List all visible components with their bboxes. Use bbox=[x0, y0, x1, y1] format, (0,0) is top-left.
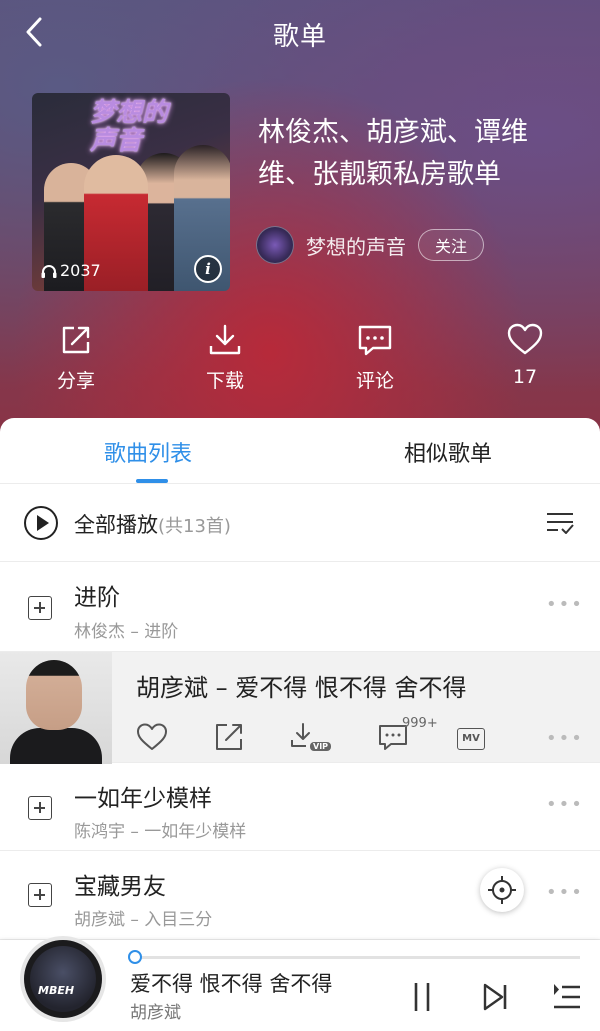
play-count-value: 2037 bbox=[60, 261, 101, 280]
next-track-icon[interactable] bbox=[480, 980, 510, 1014]
more-icon[interactable]: ••• bbox=[546, 882, 584, 903]
add-to-playlist-icon[interactable] bbox=[28, 796, 52, 820]
playlist-header: 歌单 梦想的声音 2037 i 林俊杰、胡彦斌、谭维维、张靓颖私房歌单 梦想的声… bbox=[0, 0, 600, 440]
comment-icon bbox=[358, 325, 392, 356]
comment-count-badge: 999+ bbox=[402, 716, 438, 731]
song-title: 一如年少模样 bbox=[74, 786, 212, 812]
heart-icon bbox=[507, 323, 543, 355]
share-label: 分享 bbox=[56, 370, 95, 392]
headphones-icon bbox=[41, 264, 57, 278]
song-row[interactable]: 一如年少模样 陈鸿宇 – 一如年少模样 ••• bbox=[0, 763, 600, 851]
download-icon bbox=[209, 324, 241, 355]
song-title: 进阶 bbox=[74, 585, 120, 611]
more-icon[interactable]: ••• bbox=[546, 594, 584, 615]
locate-current-song-button[interactable] bbox=[480, 868, 524, 912]
multi-select-icon[interactable] bbox=[544, 506, 576, 538]
progress-bar[interactable] bbox=[134, 956, 580, 959]
playlist-queue-icon[interactable] bbox=[552, 980, 582, 1014]
comment-button[interactable]: 评论 bbox=[325, 322, 425, 393]
song-thumbnail[interactable] bbox=[0, 652, 112, 764]
play-all-icon[interactable] bbox=[24, 506, 58, 540]
download-button[interactable]: 下载 bbox=[175, 322, 275, 393]
vip-tag: VIP bbox=[310, 742, 332, 751]
song-row-expanded[interactable]: 胡彦斌 – 爱不得 恨不得 舍不得 VIP 999+ MV ••• bbox=[0, 652, 600, 764]
comment-label: 评论 bbox=[355, 370, 394, 392]
share-icon[interactable] bbox=[214, 722, 244, 752]
playlist-title: 林俊杰、胡彦斌、谭维维、张靓颖私房歌单 bbox=[258, 117, 528, 190]
mini-player[interactable]: MBEH 爱不得 恨不得 舍不得 胡彦斌 bbox=[0, 936, 600, 1031]
play-count: 2037 bbox=[40, 261, 101, 280]
artwork-image bbox=[30, 946, 96, 1012]
song-subtitle: 陈鸿宇 – 一如年少模样 bbox=[74, 822, 247, 842]
crosshair-icon bbox=[488, 876, 516, 904]
add-to-playlist-icon[interactable] bbox=[28, 596, 52, 620]
tab-song-list[interactable]: 歌曲列表 bbox=[104, 436, 192, 468]
play-all-label[interactable]: 全部播放(共13首) bbox=[74, 509, 231, 539]
song-title: 宝藏男友 bbox=[74, 874, 166, 900]
info-icon[interactable]: i bbox=[194, 255, 222, 283]
creator-row: 梦想的声音 关注 bbox=[256, 226, 485, 264]
thumbnail-figure bbox=[10, 728, 102, 764]
tab-active-indicator bbox=[136, 479, 168, 483]
tab-similar-playlists[interactable]: 相似歌单 bbox=[404, 436, 492, 468]
artwork-text: MBEH bbox=[38, 984, 75, 997]
follow-button[interactable]: 关注 bbox=[418, 229, 485, 261]
mv-icon[interactable]: MV bbox=[457, 728, 485, 750]
favorite-count: 17 bbox=[512, 366, 538, 388]
song-title: 胡彦斌 – 爱不得 恨不得 舍不得 bbox=[136, 674, 467, 702]
favorite-button[interactable]: 17 bbox=[475, 322, 575, 388]
playlist-cover[interactable]: 梦想的声音 2037 i bbox=[32, 93, 230, 291]
progress-knob[interactable] bbox=[128, 950, 142, 964]
creator-avatar[interactable] bbox=[256, 226, 294, 264]
now-playing-title: 爱不得 恨不得 舍不得 bbox=[130, 972, 333, 996]
more-icon[interactable]: ••• bbox=[546, 794, 584, 815]
song-count: (共13首) bbox=[158, 516, 231, 537]
share-icon bbox=[62, 326, 90, 354]
action-bar: 分享 下载 评论 17 bbox=[0, 322, 600, 398]
download-label: 下载 bbox=[205, 370, 244, 392]
tab-bar: 歌曲列表 相似歌单 bbox=[0, 418, 600, 484]
now-playing-artwork[interactable]: MBEH bbox=[20, 936, 106, 1022]
share-button[interactable]: 分享 bbox=[26, 322, 126, 393]
creator-name[interactable]: 梦想的声音 bbox=[306, 231, 406, 260]
add-to-playlist-icon[interactable] bbox=[28, 883, 52, 907]
top-bar: 歌单 bbox=[0, 0, 600, 64]
play-all-row[interactable]: 全部播放(共13首) bbox=[0, 484, 600, 562]
song-subtitle: 胡彦斌 – 入目三分 bbox=[74, 910, 213, 930]
heart-icon[interactable] bbox=[136, 722, 168, 752]
cover-logo: 梦想的声音 bbox=[90, 98, 169, 156]
now-playing-artist: 胡彦斌 bbox=[130, 1003, 181, 1023]
song-row[interactable]: 进阶 林俊杰 – 进阶 ••• bbox=[0, 562, 600, 652]
pause-icon[interactable] bbox=[408, 980, 436, 1014]
page-title: 歌单 bbox=[272, 22, 327, 52]
more-icon[interactable]: ••• bbox=[546, 728, 584, 749]
thumbnail-figure bbox=[26, 660, 82, 730]
song-subtitle: 林俊杰 – 进阶 bbox=[74, 622, 179, 642]
play-all-text: 全部播放 bbox=[74, 513, 158, 537]
